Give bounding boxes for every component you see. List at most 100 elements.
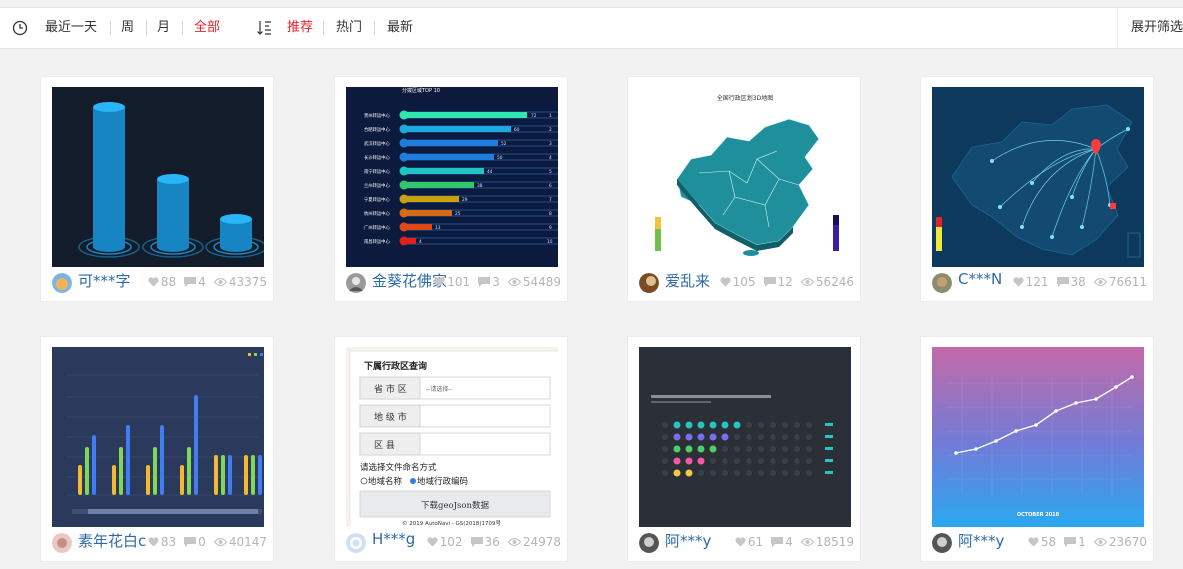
- divider: [323, 21, 324, 35]
- card-footer: 阿***y 58 1 23670: [932, 527, 1147, 557]
- card-thumbnail[interactable]: 下属行政区查询 省 市 区 --请选择-- 地 级 市 区 县 请选择文件命名方…: [346, 347, 558, 527]
- thumb-row-label: 合肥转运中心: [364, 126, 390, 133]
- comment-count: 3: [492, 275, 500, 289]
- thumb-row-value: 29: [462, 197, 468, 203]
- like-count: 102: [439, 535, 463, 549]
- card-footer: C***N 121 38 76611: [932, 267, 1147, 297]
- comment-count: 4: [785, 535, 793, 549]
- avatar[interactable]: [346, 273, 366, 293]
- gallery-card[interactable]: 阿***y 61 4 18519: [627, 336, 861, 562]
- filter-last-day[interactable]: 最近一天: [45, 8, 97, 48]
- sort-latest[interactable]: 最新: [387, 8, 413, 48]
- thumb-province-select: --请选择--: [426, 385, 453, 393]
- comment-count: 0: [198, 535, 206, 549]
- gallery-card[interactable]: 下属行政区查询 省 市 区 --请选择-- 地 级 市 区 县 请选择文件命名方…: [334, 336, 568, 562]
- gallery-card[interactable]: 素年花白c 83 0 40147: [40, 336, 274, 562]
- author-name[interactable]: 素年花白c: [78, 530, 146, 551]
- eye-icon: [213, 537, 229, 547]
- thumb-row-label: 长沙转运中心: [364, 154, 390, 161]
- heart-icon: [434, 277, 447, 287]
- divider: [146, 21, 147, 35]
- card-thumbnail[interactable]: [932, 87, 1144, 267]
- avatar[interactable]: [639, 273, 659, 293]
- like-count: 61: [747, 535, 764, 549]
- avatar[interactable]: [639, 533, 659, 553]
- card-footer: H***g 102 36 24978: [346, 527, 561, 557]
- author-name[interactable]: C***N: [958, 270, 1002, 288]
- heart-icon: [427, 537, 440, 547]
- thumb-row-rank: 4: [549, 155, 552, 161]
- card-thumbnail[interactable]: [52, 347, 264, 527]
- comment-icon: [771, 537, 785, 547]
- thumb-row-label: 南宁转运中心: [364, 168, 390, 175]
- card-thumbnail[interactable]: 分拨区域TOP 10 贵州转运中心 合肥转运中心 武汉转运中心 长沙转运中心 南…: [346, 87, 558, 267]
- card-stats: 83 0 40147: [148, 535, 267, 549]
- heart-icon: [1013, 277, 1026, 287]
- card-footer: 爱乱来 105 12 56246: [639, 267, 854, 297]
- eye-icon: [800, 277, 816, 287]
- view-count: 24978: [522, 535, 561, 549]
- gallery-card[interactable]: 分拨区域TOP 10 贵州转运中心 合肥转运中心 武汉转运中心 长沙转运中心 南…: [334, 76, 568, 302]
- gallery-card[interactable]: 可***字 88 4 43375: [40, 76, 274, 302]
- thumb-row-rank: 3: [549, 141, 552, 147]
- thumb-row-rank: 2: [549, 127, 552, 133]
- heart-icon: [148, 277, 161, 287]
- author-name[interactable]: 阿***y: [958, 530, 1004, 551]
- comment-count: 12: [777, 275, 793, 289]
- avatar[interactable]: [346, 533, 366, 553]
- card-stats: 105 12 56246: [720, 275, 854, 289]
- eye-icon: [1093, 537, 1109, 547]
- like-count: 105: [732, 275, 756, 289]
- avatar[interactable]: [932, 533, 952, 553]
- thumb-row-value: 60: [514, 127, 520, 133]
- sort-icon: [256, 8, 272, 48]
- heart-icon: [148, 537, 161, 547]
- heart-icon: [720, 277, 733, 287]
- author-name[interactable]: 阿***y: [665, 530, 711, 551]
- thumb-title: 全国行政区划3D地图: [717, 94, 773, 102]
- comment-icon: [1064, 537, 1078, 547]
- expand-filter-button[interactable]: 展开筛选: [1117, 8, 1183, 48]
- card-stats: 101 3 54489: [434, 275, 561, 289]
- thumb-row-label: 兰州转运中心: [364, 182, 390, 189]
- gallery-card[interactable]: C***N 121 38 76611: [920, 76, 1154, 302]
- avatar[interactable]: [52, 533, 72, 553]
- author-name[interactable]: H***g: [372, 530, 415, 548]
- card-stats: 61 4 18519: [735, 535, 854, 549]
- comment-icon: [184, 537, 198, 547]
- card-thumbnail[interactable]: OCTOBER 2018: [932, 347, 1144, 527]
- eye-icon: [800, 537, 816, 547]
- thumb-row-value: 72: [531, 113, 537, 119]
- comment-icon: [470, 537, 485, 547]
- avatar[interactable]: [932, 273, 952, 293]
- avatar[interactable]: [52, 273, 72, 293]
- thumb-footer: OCTOBER 2018: [1017, 512, 1060, 518]
- divider: [182, 21, 183, 35]
- gallery-card[interactable]: OCTOBER 2018 阿***y 58 1 23670: [920, 336, 1154, 562]
- card-thumbnail[interactable]: [52, 87, 264, 267]
- divider: [374, 21, 375, 35]
- thumb-row-label: 武汉转运中心: [364, 140, 390, 147]
- eye-icon: [1093, 277, 1109, 287]
- sort-recommended[interactable]: 推荐: [287, 8, 313, 48]
- card-stats: 58 1 23670: [1028, 535, 1147, 549]
- filter-all[interactable]: 全部: [194, 8, 220, 48]
- card-footer: 素年花白c 83 0 40147: [52, 527, 267, 557]
- view-count: 56246: [815, 275, 854, 289]
- thumb-row-value: 4: [419, 239, 422, 245]
- author-name[interactable]: 可***字: [78, 270, 131, 291]
- card-thumbnail[interactable]: 全国行政区划3D地图: [639, 87, 851, 267]
- gallery-card[interactable]: 全国行政区划3D地图 爱乱来 105 12 56246: [627, 76, 861, 302]
- thumb-row-label: 广州转运中心: [364, 224, 390, 231]
- author-name[interactable]: 爱乱来: [665, 270, 710, 291]
- divider: [110, 21, 111, 35]
- comment-count: 4: [198, 275, 206, 289]
- comment-icon: [184, 277, 198, 287]
- filter-month[interactable]: 月: [157, 8, 170, 48]
- filter-week[interactable]: 周: [121, 8, 134, 48]
- thumb-city-label: 地 级 市: [374, 411, 407, 423]
- thumb-row-value: 52: [501, 141, 507, 147]
- card-thumbnail[interactable]: [639, 347, 851, 527]
- card-stats: 88 4 43375: [148, 275, 267, 289]
- sort-popular[interactable]: 热门: [336, 8, 362, 48]
